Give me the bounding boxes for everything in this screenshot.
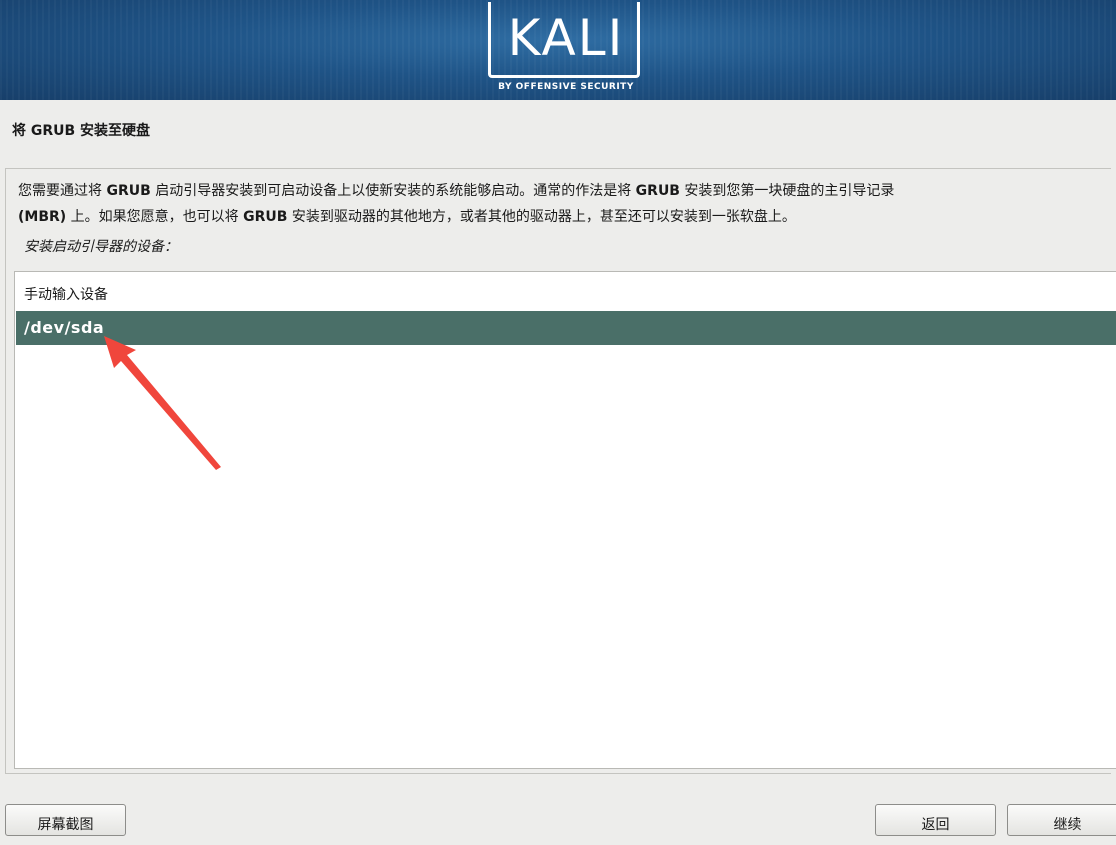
description-line-2: (MBR) 上。如果您愿意，也可以将 GRUB 安装到驱动器的其他地方，或者其他… [18,209,796,225]
continue-button[interactable]: 继续 [1007,804,1116,836]
logo-text: KALI [507,9,625,67]
description-line-1: 您需要通过将 GRUB 启动引导器安装到可启动设备上以使新安装的系统能够启动。通… [18,183,895,199]
page-title: 将 GRUB 安装至硬盘 [12,123,151,139]
arrow-shape [104,336,221,470]
header-banner: KALI BY OFFENSIVE SECURITY [0,0,1116,100]
list-item-manual-entry[interactable]: 手动输入设备 [16,278,1116,312]
back-button[interactable]: 返回 [875,804,996,836]
red-arrow-icon [104,336,221,470]
device-prompt-label: 安装启动引导器的设备： [24,239,178,255]
logo-subtitle: BY OFFENSIVE SECURITY [498,82,634,92]
kali-logo: KALI BY OFFENSIVE SECURITY [486,0,646,100]
description-text: 您需要通过将 GRUB 启动引导器安装到可启动设备上以使新安装的系统能够启动。通… [18,178,1110,230]
screenshot-button[interactable]: 屏幕截图 [5,804,126,836]
